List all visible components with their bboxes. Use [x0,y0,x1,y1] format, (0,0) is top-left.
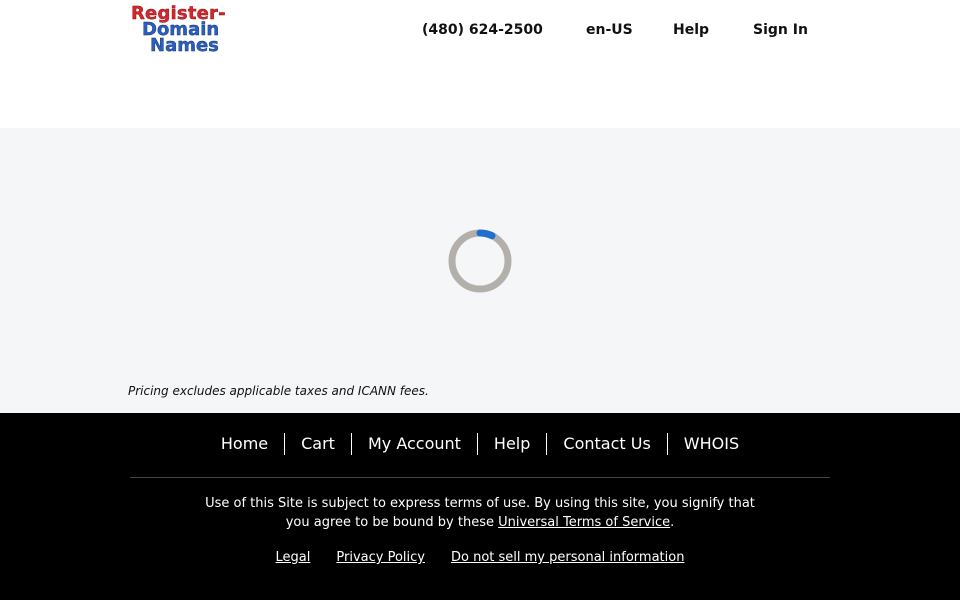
footer-link-whois[interactable]: WHOIS [666,433,755,455]
site-logo[interactable]: Register- Domain Names [130,4,270,58]
terms-end: . [670,515,675,530]
footer-divider [130,477,830,478]
main-content: Pricing excludes applicable taxes and IC… [0,128,960,413]
legal-links: Legal Privacy Policy Do not sell my pers… [0,550,960,565]
phone-link[interactable]: (480) 624-2500 [422,22,543,38]
logo-line-3: Names [150,35,219,56]
footer-link-home[interactable]: Home [205,433,284,455]
footer-link-cart[interactable]: Cart [284,433,351,455]
site-header: Register- Domain Names (480) 624-2500 en… [0,0,960,128]
footer-link-contact-us[interactable]: Contact Us [546,433,666,455]
footer-link-my-account[interactable]: My Account [350,433,477,455]
pricing-note: Pricing excludes applicable taxes and IC… [128,384,429,398]
sign-in-link[interactable]: Sign In [753,22,808,38]
site-footer: Home Cart My Account Help Contact Us WHO… [0,413,960,600]
do-not-sell-link[interactable]: Do not sell my personal information [451,550,684,565]
universal-terms-link[interactable]: Universal Terms of Service [498,515,670,530]
help-link[interactable]: Help [673,22,709,38]
privacy-policy-link[interactable]: Privacy Policy [336,550,425,565]
footer-nav: Home Cart My Account Help Contact Us WHO… [0,433,960,455]
terms-notice: Use of this Site is subject to express t… [200,494,760,532]
loading-spinner-icon [448,229,512,293]
footer-link-help[interactable]: Help [476,433,546,455]
legal-link[interactable]: Legal [276,550,311,565]
language-selector[interactable]: en-US [586,22,633,38]
